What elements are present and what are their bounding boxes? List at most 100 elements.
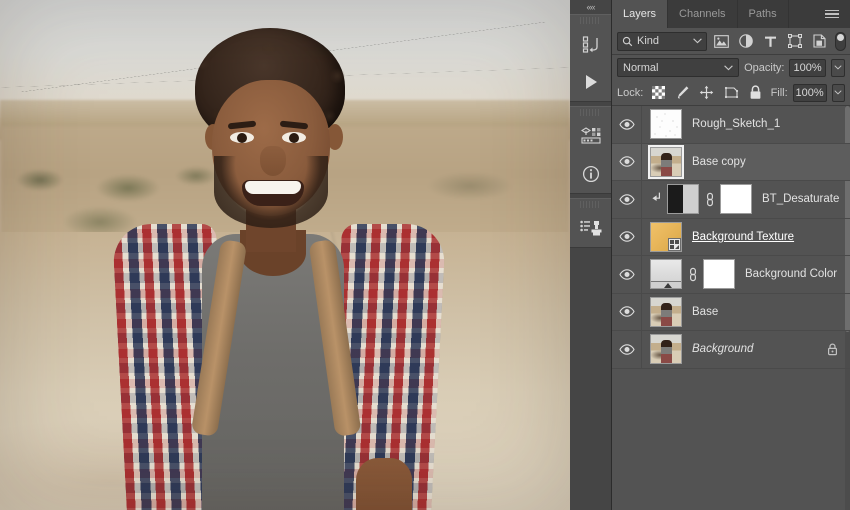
layer-thumbnail[interactable]	[667, 184, 699, 215]
hamburger-menu-icon[interactable]	[820, 0, 844, 28]
collapsed-panel-dock: ««	[570, 0, 612, 510]
photoshop-window: «« Layers Channels Paths Kind Normal Opa…	[0, 0, 850, 510]
layer-thumbnails	[642, 296, 682, 327]
lock-row: Lock: Fill: 100%	[612, 80, 850, 105]
tab-paths[interactable]: Paths	[738, 0, 789, 28]
layer-lock-icon	[822, 343, 842, 356]
canvas-area[interactable]	[0, 0, 570, 510]
layer-name[interactable]: Base	[682, 306, 842, 318]
blend-mode-select[interactable]: Normal	[617, 58, 740, 77]
lock-transparent-pixels-icon[interactable]	[648, 83, 667, 103]
layer-visibility-toggle[interactable]	[612, 331, 642, 368]
layer-thumbnail[interactable]	[648, 144, 684, 179]
layer-mask-thumbnail[interactable]	[720, 184, 752, 215]
layer-name[interactable]: BT_Desaturate	[752, 193, 842, 205]
layer-row[interactable]: Background Color	[612, 256, 850, 294]
lock-artboard-nesting-icon[interactable]	[722, 83, 741, 103]
history-icon[interactable]	[570, 25, 611, 63]
play-icon[interactable]	[570, 63, 611, 101]
filter-shape-icon[interactable]	[785, 31, 806, 51]
layer-visibility-toggle[interactable]	[612, 293, 642, 330]
link-mask-icon[interactable]	[687, 267, 698, 282]
layer-thumbnails	[642, 334, 682, 365]
teeth	[245, 181, 301, 194]
layer-row[interactable]: Background	[612, 331, 850, 369]
link-mask-icon[interactable]	[704, 192, 715, 207]
filter-type-icon[interactable]	[760, 31, 781, 51]
layer-name[interactable]: Background Texture	[682, 231, 842, 243]
layer-row[interactable]: Rough_Sketch_1	[612, 106, 850, 144]
layer-filter-row: Kind	[612, 28, 850, 54]
filter-pixel-icon[interactable]	[711, 31, 732, 51]
panel-drag-grip[interactable]	[580, 109, 601, 116]
layer-thumbnail[interactable]	[650, 334, 682, 365]
search-icon	[622, 36, 633, 46]
layer-visibility-toggle[interactable]	[612, 218, 642, 255]
layer-thumbnails	[642, 109, 682, 140]
dock-group-clone	[570, 198, 611, 248]
filter-kind-select[interactable]: Kind	[617, 31, 708, 51]
layer-thumbnail[interactable]	[650, 221, 682, 252]
layers-list[interactable]: Rough_Sketch_1 Base copy BT_Desaturate Back…	[612, 106, 850, 510]
layer-name[interactable]: Background Color	[735, 268, 842, 280]
fill-input[interactable]: 100%	[792, 83, 827, 102]
layer-visibility-toggle[interactable]	[612, 181, 642, 218]
clone-source-icon[interactable]	[570, 209, 611, 247]
panel-drag-grip[interactable]	[580, 17, 601, 24]
layer-name[interactable]: Background	[682, 343, 822, 355]
blend-mode-value: Normal	[623, 61, 659, 74]
fill-stepper[interactable]	[831, 83, 845, 102]
chevron-down-icon	[834, 65, 842, 70]
layer-row[interactable]: Base	[612, 293, 850, 331]
adjustments-icon[interactable]	[570, 117, 611, 155]
filter-adjustment-icon[interactable]	[736, 31, 757, 51]
layer-visibility-toggle[interactable]	[612, 143, 642, 180]
opacity-label: Opacity:	[744, 61, 785, 74]
layer-visibility-toggle[interactable]	[612, 256, 642, 293]
blend-mode-row: Normal Opacity: 100%	[612, 55, 850, 80]
tab-layers[interactable]: Layers	[612, 0, 669, 28]
layer-thumbnails	[642, 144, 684, 179]
photo-subject	[111, 28, 450, 510]
eye-left	[230, 132, 254, 143]
chevron-down-icon	[724, 64, 733, 70]
layer-thumbnails	[642, 259, 735, 290]
layer-name[interactable]: Rough_Sketch_1	[682, 118, 842, 130]
lock-position-icon[interactable]	[697, 83, 716, 103]
filter-enable-toggle[interactable]	[835, 31, 847, 51]
filter-smart-object-icon[interactable]	[810, 31, 831, 51]
expand-panels-icon[interactable]: ««	[570, 0, 611, 14]
tab-channels[interactable]: Channels	[668, 0, 738, 28]
layers-panel-body: Kind Normal Opacity: 100% Lock: Fill: 10…	[612, 28, 850, 510]
dock-group-adjustments	[570, 106, 611, 194]
tab-layers-label: Layers	[623, 8, 657, 20]
lock-image-pixels-icon[interactable]	[673, 83, 692, 103]
tab-channels-label: Channels	[679, 8, 726, 20]
chevron-down-icon	[834, 90, 842, 95]
opacity-stepper[interactable]	[830, 58, 845, 77]
panel-drag-grip[interactable]	[580, 201, 601, 208]
layer-visibility-toggle[interactable]	[612, 106, 642, 143]
layer-mask-thumbnail[interactable]	[703, 259, 735, 290]
layer-row[interactable]: BT_Desaturate	[612, 181, 850, 219]
dock-group-history	[570, 14, 611, 102]
forearm	[356, 458, 412, 510]
nose	[260, 146, 286, 176]
opacity-input[interactable]: 100%	[789, 58, 826, 77]
mouth	[242, 180, 304, 206]
layer-thumbnail[interactable]	[650, 109, 682, 140]
layer-thumbnail[interactable]	[650, 259, 682, 290]
layer-thumbnail[interactable]	[650, 296, 682, 327]
tab-paths-label: Paths	[748, 8, 777, 20]
clipping-mask-icon	[650, 192, 662, 206]
eye-right	[282, 132, 306, 143]
layer-row[interactable]: Base copy	[612, 143, 850, 181]
info-icon[interactable]	[570, 155, 611, 193]
layer-thumbnails	[642, 184, 752, 215]
layer-thumbnails	[642, 221, 682, 252]
chevron-down-icon	[693, 38, 703, 44]
layer-name[interactable]: Base copy	[682, 156, 842, 168]
lock-all-icon[interactable]	[746, 83, 765, 103]
filter-kind-label: Kind	[637, 35, 660, 47]
layer-row[interactable]: Background Texture	[612, 218, 850, 256]
